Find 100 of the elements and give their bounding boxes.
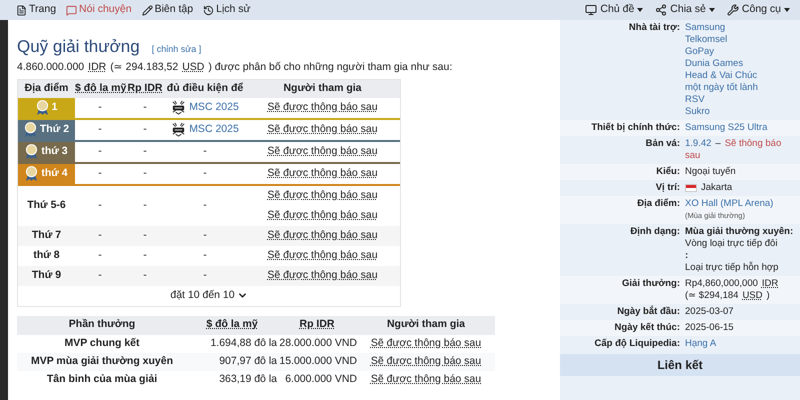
nav-tab[interactable]: Lịch sử	[203, 2, 251, 18]
info-value: Mùa giải thường xuyên:	[685, 226, 794, 238]
info-link[interactable]: 1.9.42	[685, 138, 712, 150]
participant-link[interactable]: Sẽ được thông báo sau	[370, 372, 482, 385]
event-link[interactable]: MSC 2025	[189, 122, 239, 138]
medal-icon	[36, 100, 49, 116]
place-cell: thứ 4	[18, 164, 75, 184]
info-value: 2025-03-07	[685, 306, 734, 318]
info-link[interactable]: một ngày tốt lành	[685, 82, 758, 94]
flag-icon	[685, 184, 697, 192]
nav-tab[interactable]: Nói chuyện	[66, 2, 132, 18]
nav-menu[interactable]: Công cụ	[726, 2, 790, 18]
info-link[interactable]: XO Hall (MPL Arena)	[685, 198, 774, 210]
abbreviation: USD	[182, 60, 204, 75]
info-link[interactable]: Hạng A	[685, 338, 716, 350]
place-cell: thứ 3	[18, 142, 75, 162]
participant-link[interactable]: Sẽ được thông báo sau	[267, 122, 378, 138]
info-value: :	[685, 250, 688, 262]
table-cell: 28.000.000 VND	[279, 336, 357, 349]
participant-link[interactable]: Sẽ được thông báo sau	[370, 354, 482, 367]
table-cell-text: -	[98, 166, 102, 181]
info-label: Kiểu:	[656, 166, 680, 177]
info-label: Giải thưởng:	[622, 278, 680, 289]
table-cell-text: -	[98, 228, 102, 243]
nav-tab[interactable]: Biên tập	[142, 2, 194, 18]
info-link[interactable]: RSV	[685, 94, 705, 106]
section-heading: Quỹ giải thưởng	[17, 36, 140, 58]
edit-link[interactable]: [ chỉnh sửa ]	[152, 43, 202, 56]
award-name: MVP mùa giải thường xuyên	[30, 354, 174, 367]
info-label: Ngày kết thúc:	[614, 322, 680, 333]
info-value: Jakarta	[701, 182, 732, 194]
info-link[interactable]: GoPay	[685, 46, 714, 58]
wrench-icon	[726, 4, 739, 16]
info-label: Thiết bị chính thức:	[591, 122, 680, 133]
column-header: Rp IDR	[128, 82, 162, 94]
info-link[interactable]: Samsung S25 Ultra	[685, 122, 768, 134]
monitor-icon	[585, 4, 598, 16]
info-value: Loại trực tiếp hỗn hợp	[685, 262, 778, 274]
info-value: 2025-06-15	[685, 322, 734, 334]
participant-link[interactable]: Sẽ được thông báo sau	[267, 248, 378, 264]
place-cell: Thứ 2	[18, 120, 75, 140]
table-cell-text: -	[143, 144, 147, 159]
event-link[interactable]: MSC 2025	[189, 100, 239, 116]
medal-icon	[24, 122, 37, 138]
column-header: $ đô la mỹ	[75, 82, 126, 94]
column-header: Địa điểm	[24, 82, 68, 94]
nav-menu[interactable]: Chủ đề	[585, 2, 644, 18]
medal-icon	[25, 144, 38, 160]
participant-link[interactable]: Sẽ được thông báo sau	[267, 144, 378, 160]
participant-link[interactable]: Sẽ được thông báo sau	[267, 100, 378, 116]
column-header: Phần thưởng	[68, 318, 136, 330]
info-label: Vị trí:	[656, 182, 680, 193]
table-cell-text: -	[143, 268, 147, 283]
table-cell-text: -	[98, 122, 102, 137]
table-cell-text: -	[203, 248, 207, 263]
abbreviation: USD	[742, 290, 762, 302]
pencil-icon	[142, 4, 153, 16]
participant-link[interactable]: Sẽ được thông báo sau	[370, 336, 482, 349]
table-cell-text: -	[98, 268, 102, 283]
info-link[interactable]: Sẽ thông báo	[724, 138, 782, 150]
chat-icon	[66, 4, 78, 16]
abbreviation: IDR	[88, 60, 106, 75]
info-value: –	[715, 138, 721, 150]
participant-link[interactable]: Sẽ được thông báo sau	[267, 268, 378, 284]
info-link[interactable]: Dunia Games	[685, 58, 744, 70]
table-cell-text: -	[203, 228, 207, 243]
column-header: $ đô la mỹ	[206, 318, 258, 330]
info-link[interactable]: Samsung	[685, 22, 726, 34]
nav-tab[interactable]: Trang	[16, 2, 56, 18]
table-cell-text: -	[143, 198, 147, 213]
info-value: Ngoại tuyến	[685, 166, 736, 178]
summary-text: 4.860.000.000	[17, 60, 84, 75]
info-value: Vòng loại trực tiếp đôi	[685, 238, 778, 250]
table-cell-text: -	[143, 122, 147, 137]
caret-icon	[637, 8, 644, 12]
award-name: Tân binh của mùa giải	[46, 372, 158, 385]
column-header: đủ điều kiện để	[166, 82, 244, 94]
info-label: Ngày bắt đầu:	[617, 306, 680, 317]
info-link[interactable]: sau	[685, 150, 700, 162]
caret-icon	[784, 8, 790, 12]
table-cell-text: -	[143, 248, 147, 263]
nav-menu[interactable]: Chia sẻ	[655, 2, 715, 18]
logo-icon	[171, 122, 186, 138]
page-icon	[16, 4, 27, 16]
info-label: Địa điểm:	[637, 198, 680, 209]
participant-link[interactable]: Sẽ được thông báo sau	[267, 166, 378, 182]
show-more-button[interactable]: đặt 10 đến 10	[170, 288, 248, 304]
info-link[interactable]: Head & Vai Chúc	[685, 70, 758, 82]
participant-link[interactable]: Sẽ được thông báo sau	[267, 228, 378, 244]
info-link[interactable]: Sukro	[685, 106, 710, 118]
place-cell: 1	[18, 98, 75, 118]
info-label: Cấp độ Liquipedia:	[594, 338, 680, 349]
table-cell-text: -	[143, 100, 147, 115]
info-link[interactable]: Telkomsel	[685, 34, 728, 46]
abbreviation: IDR	[762, 278, 778, 290]
column-header: Người tham gia	[283, 82, 362, 94]
participant-link[interactable]: Sẽ được thông báo sau	[267, 208, 378, 224]
table-cell-text: -	[203, 198, 207, 213]
participant-link[interactable]: Sẽ được thông báo sau	[267, 188, 378, 204]
share-icon	[655, 4, 668, 16]
